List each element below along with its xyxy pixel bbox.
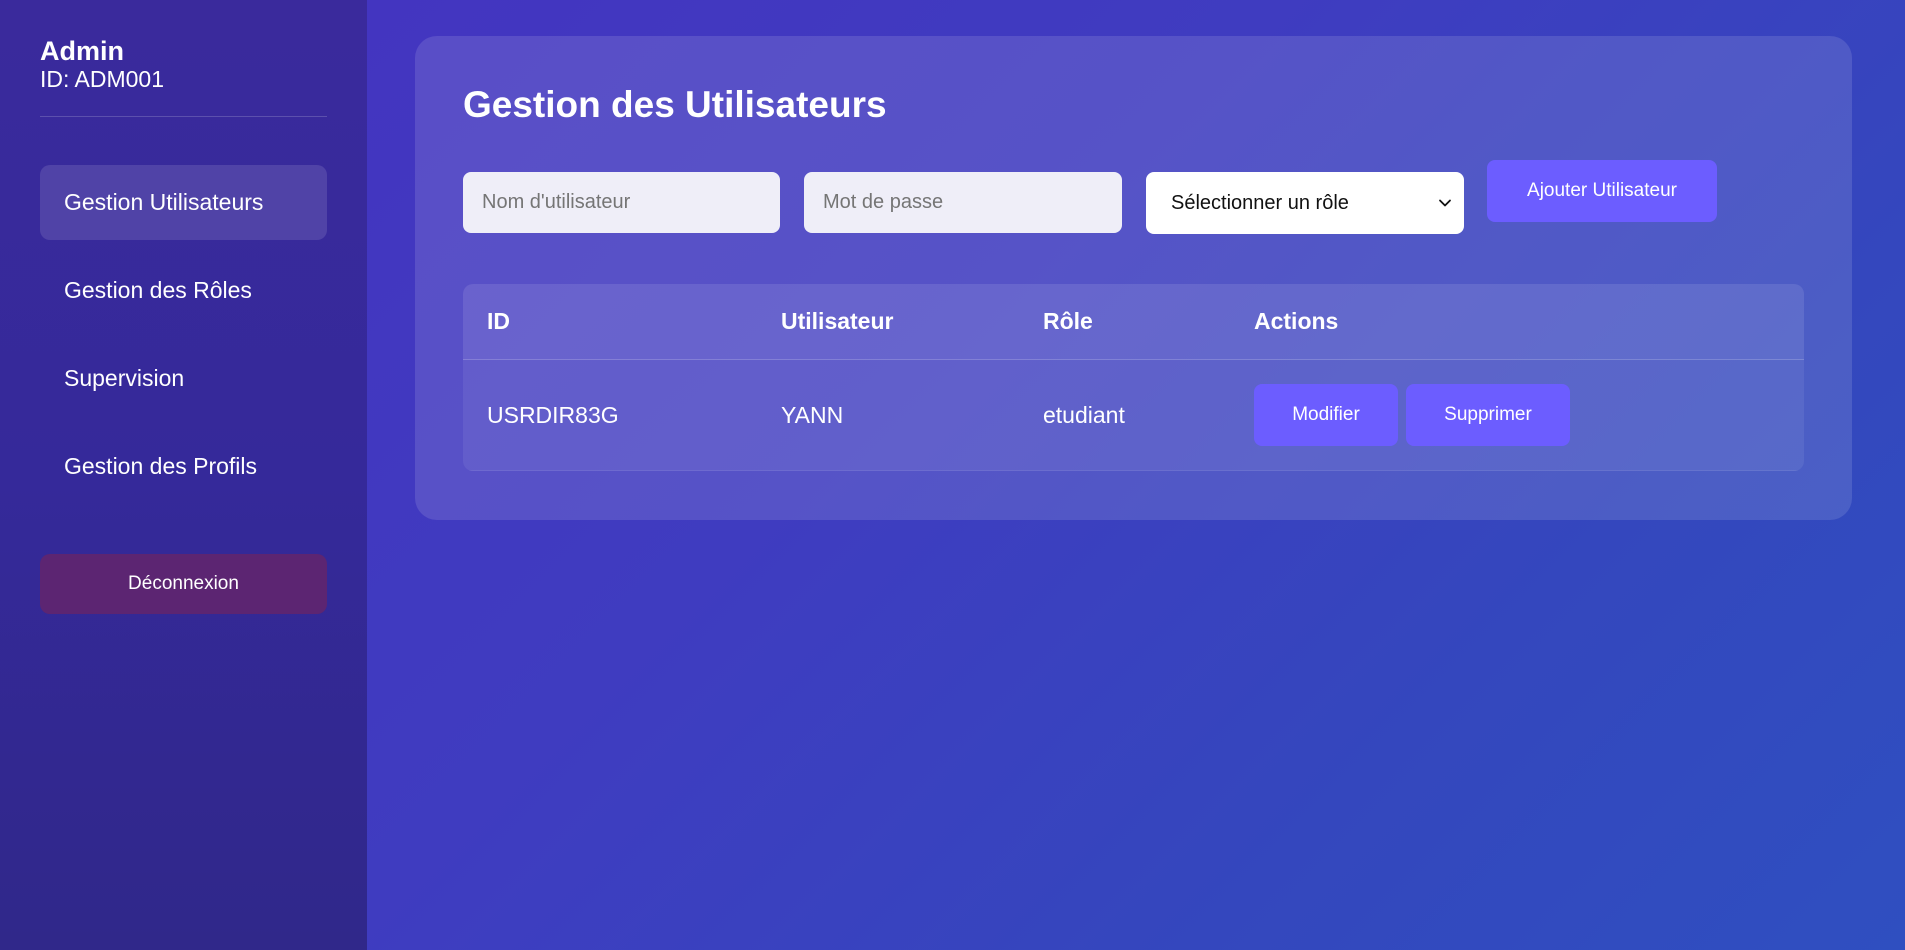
cell-role: etudiant <box>1043 401 1125 428</box>
delete-button[interactable]: Supprimer <box>1406 384 1570 446</box>
add-user-button[interactable]: Ajouter Utilisateur <box>1487 160 1717 222</box>
header-actions: Actions <box>1254 308 1339 334</box>
edit-button[interactable]: Modifier <box>1254 384 1398 446</box>
users-table: ID Utilisateur Rôle Actions USRDIR83G YA… <box>463 284 1804 471</box>
add-user-form: Sélectionner un rôle Ajouter Utilisateur <box>463 160 1804 236</box>
header-role: Rôle <box>1043 308 1093 334</box>
user-info: Admin ID: ADM001 <box>40 36 327 117</box>
cell-id: USRDIR83G <box>487 401 619 428</box>
cell-actions: Modifier Supprimer <box>1254 360 1570 470</box>
sidebar-item-gestion-utilisateurs[interactable]: Gestion Utilisateurs <box>40 165 327 240</box>
cell-username: YANN <box>781 401 844 428</box>
header-utilisateur: Utilisateur <box>781 308 894 334</box>
user-name: Admin <box>40 36 124 66</box>
sidebar-item-gestion-roles[interactable]: Gestion des Rôles <box>40 253 327 328</box>
user-id: ID: ADM001 <box>40 66 164 92</box>
role-select-value: Sélectionner un rôle <box>1171 191 1349 214</box>
sidebar-item-supervision[interactable]: Supervision <box>40 341 327 416</box>
table-header: ID Utilisateur Rôle Actions <box>463 284 1804 360</box>
user-management-card: Gestion des Utilisateurs Sélectionner un… <box>415 36 1852 520</box>
role-select[interactable]: Sélectionner un rôle <box>1146 172 1464 234</box>
username-input[interactable] <box>463 172 780 233</box>
sidebar-nav: Gestion Utilisateurs Gestion des Rôles S… <box>40 165 327 504</box>
logout-button[interactable]: Déconnexion <box>40 554 327 614</box>
header-id: ID <box>487 308 510 334</box>
sidebar-item-gestion-profils[interactable]: Gestion des Profils <box>40 429 327 504</box>
chevron-down-icon <box>1439 199 1451 207</box>
password-input[interactable] <box>804 172 1122 233</box>
sidebar: Admin ID: ADM001 Gestion Utilisateurs Ge… <box>0 0 367 950</box>
table-row: USRDIR83G YANN etudiant Modifier Supprim… <box>463 360 1804 471</box>
page-title: Gestion des Utilisateurs <box>463 84 887 125</box>
